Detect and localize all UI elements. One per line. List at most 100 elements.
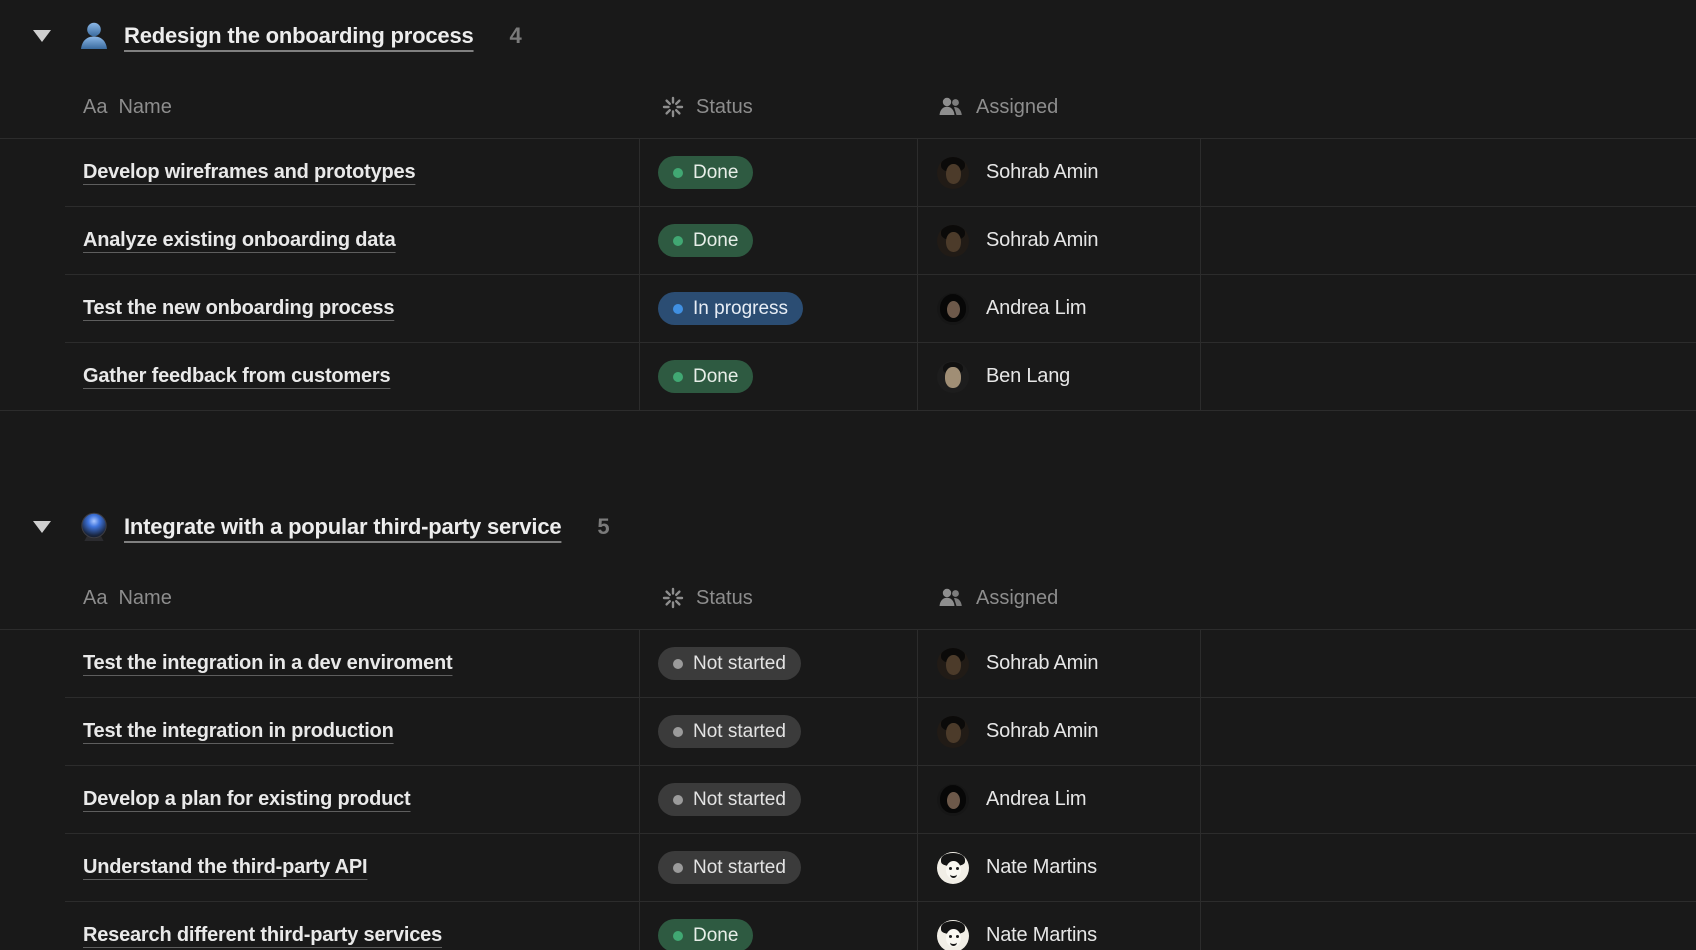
status-cell[interactable]: In progress: [639, 275, 917, 342]
empty-cell: [1200, 343, 1696, 410]
assigned-cell[interactable]: Andrea Lim: [917, 766, 1200, 833]
assigned-cell[interactable]: Nate Martins: [917, 902, 1200, 950]
status-badge[interactable]: Not started: [658, 851, 801, 884]
assigned-cell[interactable]: Sohrab Amin: [917, 139, 1200, 206]
avatar: [937, 716, 969, 748]
group-table: Test the integration in a dev enviroment…: [0, 629, 1696, 950]
empty-cell: [1200, 275, 1696, 342]
empty-cell: [1200, 630, 1696, 697]
column-header-status[interactable]: Status: [639, 96, 917, 119]
task-name: Test the new onboarding process: [83, 297, 394, 320]
group-header: Integrate with a popular third-party ser…: [0, 505, 1696, 549]
task-name-cell[interactable]: Test the integration in a dev enviroment: [65, 630, 639, 697]
empty-cell: [1200, 139, 1696, 206]
task-name: Test the integration in a dev enviroment: [83, 652, 452, 675]
group-section-2: Integrate with a popular third-party ser…: [0, 505, 1696, 950]
assignee-name: Nate Martins: [986, 856, 1097, 879]
column-label-assigned: Assigned: [976, 96, 1058, 119]
status-label: Not started: [693, 653, 786, 675]
task-name: Develop a plan for existing product: [83, 788, 411, 811]
task-name-cell[interactable]: Understand the third-party API: [65, 834, 639, 901]
status-label: Done: [693, 230, 738, 252]
status-dot-icon: [673, 863, 683, 873]
assigned-cell[interactable]: Andrea Lim: [917, 275, 1200, 342]
status-label: Not started: [693, 789, 786, 811]
assignee-name: Sohrab Amin: [986, 652, 1098, 675]
group-title[interactable]: Integrate with a popular third-party ser…: [124, 514, 561, 540]
status-cell[interactable]: Done: [639, 139, 917, 206]
task-name-cell[interactable]: Research different third-party services: [65, 902, 639, 950]
status-spinner-icon: [662, 96, 684, 118]
assigned-cell[interactable]: Sohrab Amin: [917, 207, 1200, 274]
column-header-assigned[interactable]: Assigned: [917, 96, 1200, 119]
status-label: Done: [693, 366, 738, 388]
avatar: [937, 648, 969, 680]
status-badge[interactable]: Not started: [658, 715, 801, 748]
status-badge[interactable]: Done: [658, 919, 753, 950]
avatar-eyes: [949, 867, 952, 870]
avatar-face: [947, 792, 960, 809]
column-header-name[interactable]: Aa Name: [65, 587, 639, 610]
table-row: Develop wireframes and prototypes Done S…: [65, 139, 1696, 207]
assignee-name: Sohrab Amin: [986, 229, 1098, 252]
empty-cell: [1200, 698, 1696, 765]
task-name: Analyze existing onboarding data: [83, 229, 396, 252]
assigned-cell[interactable]: Sohrab Amin: [917, 698, 1200, 765]
task-name: Research different third-party services: [83, 924, 442, 947]
task-name-cell[interactable]: Test the integration in production: [65, 698, 639, 765]
assigned-cell[interactable]: Ben Lang: [917, 343, 1200, 410]
collapse-triangle-icon[interactable]: [33, 30, 51, 42]
board-page: Redesign the onboarding process 4 Aa Nam…: [0, 0, 1696, 950]
column-header-assigned[interactable]: Assigned: [917, 587, 1200, 610]
assignee-name: Andrea Lim: [986, 788, 1086, 811]
status-spinner-icon: [662, 587, 684, 609]
status-badge[interactable]: In progress: [658, 292, 803, 325]
task-name-cell[interactable]: Develop a plan for existing product: [65, 766, 639, 833]
column-header-name[interactable]: Aa Name: [65, 96, 639, 119]
status-dot-icon: [673, 727, 683, 737]
status-badge[interactable]: Not started: [658, 647, 801, 680]
task-name-cell[interactable]: Analyze existing onboarding data: [65, 207, 639, 274]
status-cell[interactable]: Not started: [639, 766, 917, 833]
status-badge[interactable]: Done: [658, 360, 753, 393]
avatar: [937, 293, 969, 325]
status-cell[interactable]: Done: [639, 207, 917, 274]
text-property-icon: Aa: [83, 96, 107, 119]
person-bust-icon: [77, 19, 111, 53]
columns-header: Aa Name Status: [65, 567, 1696, 629]
group-count: 5: [597, 514, 609, 540]
avatar: [937, 920, 969, 950]
status-badge[interactable]: Not started: [658, 783, 801, 816]
group-section-1: Redesign the onboarding process 4 Aa Nam…: [0, 14, 1696, 411]
status-badge[interactable]: Done: [658, 224, 753, 257]
avatar: [937, 361, 969, 393]
column-header-status[interactable]: Status: [639, 587, 917, 610]
assigned-cell[interactable]: Sohrab Amin: [917, 630, 1200, 697]
task-name: Test the integration in production: [83, 720, 394, 743]
status-cell[interactable]: Done: [639, 343, 917, 410]
collapse-triangle-icon[interactable]: [33, 521, 51, 533]
status-cell[interactable]: Done: [639, 902, 917, 950]
status-label: Not started: [693, 857, 786, 879]
group-title[interactable]: Redesign the onboarding process: [124, 23, 474, 49]
avatar: [937, 225, 969, 257]
task-name-cell[interactable]: Develop wireframes and prototypes: [65, 139, 639, 206]
status-badge[interactable]: Done: [658, 156, 753, 189]
status-cell[interactable]: Not started: [639, 630, 917, 697]
task-name-cell[interactable]: Gather feedback from customers: [65, 343, 639, 410]
table-row: Develop a plan for existing product Not …: [65, 766, 1696, 834]
table-row: Test the integration in a dev enviroment…: [65, 630, 1696, 698]
assigned-cell[interactable]: Nate Martins: [917, 834, 1200, 901]
group-header: Redesign the onboarding process 4: [0, 14, 1696, 58]
column-label-status: Status: [696, 587, 753, 610]
task-name-cell[interactable]: Test the new onboarding process: [65, 275, 639, 342]
status-dot-icon: [673, 659, 683, 669]
table-row: Test the integration in production Not s…: [65, 698, 1696, 766]
group-table: Develop wireframes and prototypes Done S…: [0, 138, 1696, 411]
assignee-name: Andrea Lim: [986, 297, 1086, 320]
status-cell[interactable]: Not started: [639, 834, 917, 901]
columns-header: Aa Name Status: [65, 76, 1696, 138]
assignee-name: Sohrab Amin: [986, 720, 1098, 743]
assignee-name: Ben Lang: [986, 365, 1070, 388]
status-cell[interactable]: Not started: [639, 698, 917, 765]
